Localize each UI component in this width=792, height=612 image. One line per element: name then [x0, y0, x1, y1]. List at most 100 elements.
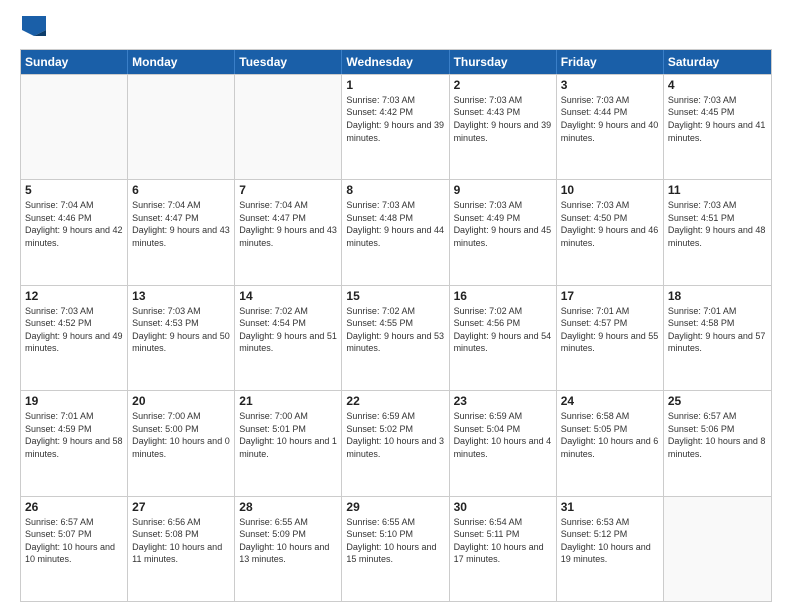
calendar-cell: 4 Sunrise: 7:03 AM Sunset: 4:45 PM Daylig…	[664, 75, 771, 179]
calendar-cell: 3 Sunrise: 7:03 AM Sunset: 4:44 PM Daylig…	[557, 75, 664, 179]
day-info: Sunrise: 6:59 AM Sunset: 5:04 PM Dayligh…	[454, 410, 552, 460]
day-number: 2	[454, 78, 552, 92]
day-number: 26	[25, 500, 123, 514]
day-number: 25	[668, 394, 767, 408]
day-number: 4	[668, 78, 767, 92]
day-number: 12	[25, 289, 123, 303]
calendar-header-cell: Friday	[557, 50, 664, 74]
day-number: 5	[25, 183, 123, 197]
day-number: 20	[132, 394, 230, 408]
day-number: 11	[668, 183, 767, 197]
day-number: 30	[454, 500, 552, 514]
calendar-cell: 16 Sunrise: 7:02 AM Sunset: 4:56 PM Dayli…	[450, 286, 557, 390]
calendar-row: 5 Sunrise: 7:04 AM Sunset: 4:46 PM Daylig…	[21, 179, 771, 284]
logo-icon	[22, 16, 46, 36]
day-info: Sunrise: 7:03 AM Sunset: 4:45 PM Dayligh…	[668, 94, 767, 144]
day-number: 6	[132, 183, 230, 197]
day-number: 14	[239, 289, 337, 303]
day-number: 7	[239, 183, 337, 197]
day-info: Sunrise: 7:03 AM Sunset: 4:44 PM Dayligh…	[561, 94, 659, 144]
day-info: Sunrise: 7:04 AM Sunset: 4:46 PM Dayligh…	[25, 199, 123, 249]
calendar-row: 12 Sunrise: 7:03 AM Sunset: 4:52 PM Dayli…	[21, 285, 771, 390]
day-number: 17	[561, 289, 659, 303]
day-number: 31	[561, 500, 659, 514]
day-number: 29	[346, 500, 444, 514]
calendar-cell	[235, 75, 342, 179]
day-number: 8	[346, 183, 444, 197]
day-info: Sunrise: 6:59 AM Sunset: 5:02 PM Dayligh…	[346, 410, 444, 460]
calendar-cell: 26 Sunrise: 6:57 AM Sunset: 5:07 PM Dayli…	[21, 497, 128, 601]
day-info: Sunrise: 7:02 AM Sunset: 4:56 PM Dayligh…	[454, 305, 552, 355]
calendar-cell: 28 Sunrise: 6:55 AM Sunset: 5:09 PM Dayli…	[235, 497, 342, 601]
calendar-cell: 23 Sunrise: 6:59 AM Sunset: 5:04 PM Dayli…	[450, 391, 557, 495]
logo	[20, 16, 46, 41]
calendar-cell: 15 Sunrise: 7:02 AM Sunset: 4:55 PM Dayli…	[342, 286, 449, 390]
day-number: 23	[454, 394, 552, 408]
calendar-cell: 11 Sunrise: 7:03 AM Sunset: 4:51 PM Dayli…	[664, 180, 771, 284]
calendar-header-cell: Tuesday	[235, 50, 342, 74]
calendar-cell: 5 Sunrise: 7:04 AM Sunset: 4:46 PM Daylig…	[21, 180, 128, 284]
day-info: Sunrise: 7:02 AM Sunset: 4:54 PM Dayligh…	[239, 305, 337, 355]
day-info: Sunrise: 6:55 AM Sunset: 5:10 PM Dayligh…	[346, 516, 444, 566]
day-number: 27	[132, 500, 230, 514]
day-number: 3	[561, 78, 659, 92]
calendar-cell: 1Sunrise: 7:03 AM Sunset: 4:42 PM Daylig…	[342, 75, 449, 179]
day-info: Sunrise: 7:03 AM Sunset: 4:50 PM Dayligh…	[561, 199, 659, 249]
calendar-cell: 19Sunrise: 7:01 AM Sunset: 4:59 PM Dayli…	[21, 391, 128, 495]
header	[20, 16, 772, 41]
day-info: Sunrise: 7:03 AM Sunset: 4:53 PM Dayligh…	[132, 305, 230, 355]
day-number: 10	[561, 183, 659, 197]
day-info: Sunrise: 6:54 AM Sunset: 5:11 PM Dayligh…	[454, 516, 552, 566]
day-number: 24	[561, 394, 659, 408]
day-info: Sunrise: 6:57 AM Sunset: 5:07 PM Dayligh…	[25, 516, 123, 566]
calendar-header-cell: Saturday	[664, 50, 771, 74]
day-info: Sunrise: 7:03 AM Sunset: 4:49 PM Dayligh…	[454, 199, 552, 249]
day-number: 1	[346, 78, 444, 92]
calendar-cell: 18 Sunrise: 7:01 AM Sunset: 4:58 PM Dayli…	[664, 286, 771, 390]
calendar-cell: 22Sunrise: 6:59 AM Sunset: 5:02 PM Dayli…	[342, 391, 449, 495]
day-info: Sunrise: 7:04 AM Sunset: 4:47 PM Dayligh…	[239, 199, 337, 249]
day-number: 28	[239, 500, 337, 514]
day-info: Sunrise: 7:03 AM Sunset: 4:52 PM Dayligh…	[25, 305, 123, 355]
calendar-cell: 29 Sunrise: 6:55 AM Sunset: 5:10 PM Dayli…	[342, 497, 449, 601]
calendar-cell	[128, 75, 235, 179]
calendar-cell: 21Sunrise: 7:00 AM Sunset: 5:01 PM Dayli…	[235, 391, 342, 495]
day-info: Sunrise: 7:00 AM Sunset: 5:00 PM Dayligh…	[132, 410, 230, 460]
day-info: Sunrise: 7:01 AM Sunset: 4:57 PM Dayligh…	[561, 305, 659, 355]
calendar-header-cell: Wednesday	[342, 50, 449, 74]
day-number: 16	[454, 289, 552, 303]
day-info: Sunrise: 6:53 AM Sunset: 5:12 PM Dayligh…	[561, 516, 659, 566]
day-number: 18	[668, 289, 767, 303]
calendar-header-row: SundayMondayTuesdayWednesdayThursdayFrid…	[21, 50, 771, 74]
logo-text	[20, 16, 46, 41]
calendar-body: 1Sunrise: 7:03 AM Sunset: 4:42 PM Daylig…	[21, 74, 771, 601]
calendar: SundayMondayTuesdayWednesdayThursdayFrid…	[20, 49, 772, 602]
day-info: Sunrise: 6:55 AM Sunset: 5:09 PM Dayligh…	[239, 516, 337, 566]
day-info: Sunrise: 7:03 AM Sunset: 4:43 PM Dayligh…	[454, 94, 552, 144]
day-number: 15	[346, 289, 444, 303]
calendar-page: SundayMondayTuesdayWednesdayThursdayFrid…	[0, 0, 792, 612]
day-info: Sunrise: 7:01 AM Sunset: 4:58 PM Dayligh…	[668, 305, 767, 355]
day-number: 9	[454, 183, 552, 197]
calendar-cell: 6Sunrise: 7:04 AM Sunset: 4:47 PM Daylig…	[128, 180, 235, 284]
calendar-cell: 14 Sunrise: 7:02 AM Sunset: 4:54 PM Dayli…	[235, 286, 342, 390]
calendar-row: 19Sunrise: 7:01 AM Sunset: 4:59 PM Dayli…	[21, 390, 771, 495]
day-info: Sunrise: 6:58 AM Sunset: 5:05 PM Dayligh…	[561, 410, 659, 460]
calendar-cell	[664, 497, 771, 601]
day-info: Sunrise: 7:03 AM Sunset: 4:48 PM Dayligh…	[346, 199, 444, 249]
calendar-cell: 2 Sunrise: 7:03 AM Sunset: 4:43 PM Daylig…	[450, 75, 557, 179]
calendar-header-cell: Thursday	[450, 50, 557, 74]
day-info: Sunrise: 7:02 AM Sunset: 4:55 PM Dayligh…	[346, 305, 444, 355]
calendar-cell: 30 Sunrise: 6:54 AM Sunset: 5:11 PM Dayli…	[450, 497, 557, 601]
calendar-cell: 7 Sunrise: 7:04 AM Sunset: 4:47 PM Daylig…	[235, 180, 342, 284]
day-info: Sunrise: 7:01 AM Sunset: 4:59 PM Dayligh…	[25, 410, 123, 460]
calendar-cell: 24 Sunrise: 6:58 AM Sunset: 5:05 PM Dayli…	[557, 391, 664, 495]
calendar-cell: 25Sunrise: 6:57 AM Sunset: 5:06 PM Dayli…	[664, 391, 771, 495]
calendar-cell: 10 Sunrise: 7:03 AM Sunset: 4:50 PM Dayli…	[557, 180, 664, 284]
calendar-cell: 12 Sunrise: 7:03 AM Sunset: 4:52 PM Dayli…	[21, 286, 128, 390]
calendar-cell: 27Sunrise: 6:56 AM Sunset: 5:08 PM Dayli…	[128, 497, 235, 601]
day-info: Sunrise: 7:00 AM Sunset: 5:01 PM Dayligh…	[239, 410, 337, 460]
calendar-header-cell: Sunday	[21, 50, 128, 74]
day-info: Sunrise: 7:03 AM Sunset: 4:51 PM Dayligh…	[668, 199, 767, 249]
calendar-cell: 9 Sunrise: 7:03 AM Sunset: 4:49 PM Daylig…	[450, 180, 557, 284]
